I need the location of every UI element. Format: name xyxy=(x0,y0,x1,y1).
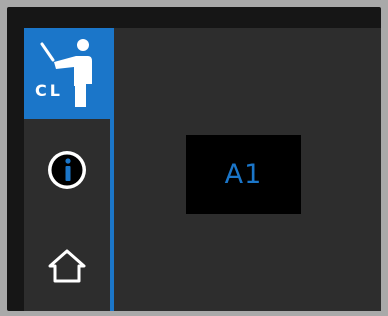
device-frame: CL A1 xyxy=(7,7,381,311)
nav-button-info[interactable] xyxy=(24,124,110,215)
value-display: A1 xyxy=(186,135,301,214)
classroom-label: CL xyxy=(35,81,63,100)
display-screen: CL A1 xyxy=(24,28,381,311)
value-text: A1 xyxy=(224,159,263,190)
main-panel: A1 xyxy=(114,28,381,311)
nav-button-home[interactable] xyxy=(24,220,110,311)
sidebar: CL xyxy=(24,28,110,311)
teacher-pointer-icon xyxy=(40,39,92,107)
info-icon xyxy=(48,150,86,189)
nav-button-classroom[interactable]: CL xyxy=(24,28,110,119)
home-icon xyxy=(48,249,86,282)
